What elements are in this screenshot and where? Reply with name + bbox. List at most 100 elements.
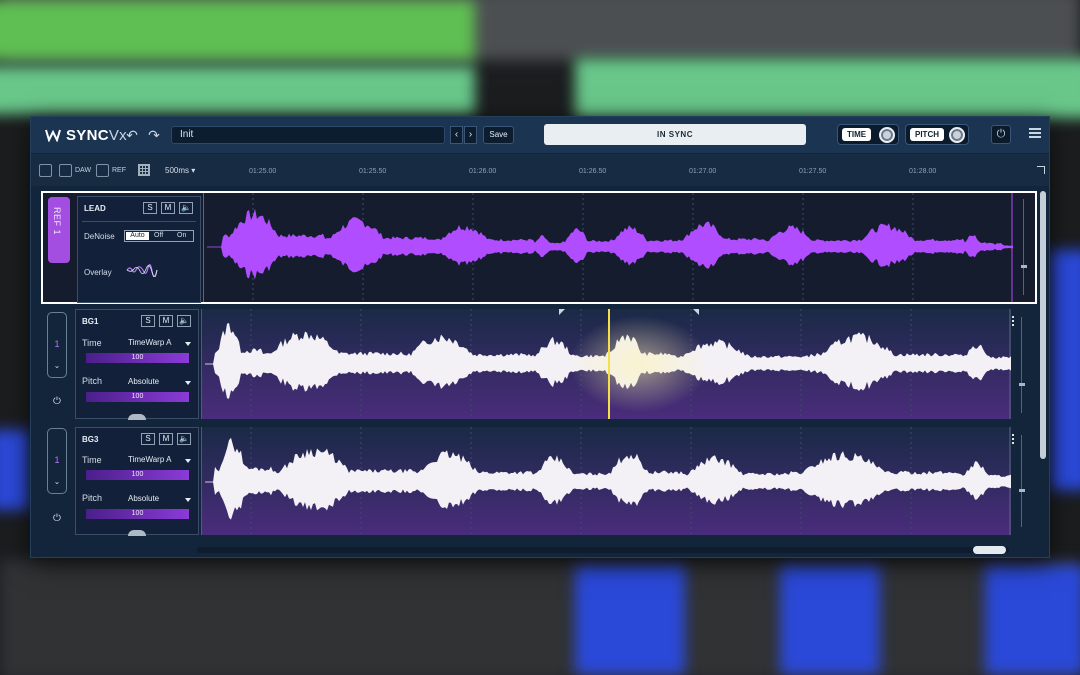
pitch-toggle-group: PITCH (905, 124, 969, 145)
lead-control-panel: LEAD S M 🔈 DeNoise Auto Off On Overlay (77, 196, 201, 303)
bg1-zoom-slider[interactable] (1019, 317, 1025, 413)
track-lead: REF 1 LEAD S M 🔈 DeNoise Auto Off On Ove… (41, 191, 1037, 304)
grid-icon[interactable] (138, 164, 150, 176)
bg1-waveform-area[interactable] (201, 309, 1011, 419)
lead-zoom-slider[interactable] (1021, 199, 1027, 295)
chevron-down-icon[interactable] (185, 459, 191, 463)
solo-button[interactable]: S (143, 202, 157, 214)
timeline-tick: 01:28.00 (909, 168, 937, 175)
chevron-down-icon: ⌄ (53, 477, 61, 486)
speaker-icon[interactable]: 🔈 (177, 433, 191, 445)
mute-button[interactable]: M (159, 433, 173, 445)
time-toggle-button[interactable]: TIME (842, 128, 872, 141)
timeline-ruler: DAW REF 500ms ▾ 01:25.00 01:25.50 01:26.… (31, 154, 1049, 186)
pitch-mode-dropdown[interactable]: Absolute (128, 494, 159, 503)
chevron-down-icon[interactable] (185, 381, 191, 385)
time-label: Time (82, 455, 102, 465)
bg3-more-icon[interactable] (1011, 433, 1015, 445)
ref-1-label: REF 1 (52, 207, 62, 236)
pitch-toggle-button[interactable]: PITCH (910, 128, 944, 141)
denoise-segmented-control: Auto Off On (124, 230, 194, 242)
time-amount-slider[interactable]: 100 (86, 470, 189, 480)
bg3-ref-selector[interactable]: 1 ⌄ (47, 428, 67, 494)
track-bg1: 1 ⌄ ⏻ BG1 S M 🔈 Time TimeWarp A 100 Pitc… (41, 309, 1037, 421)
denoise-auto-option[interactable]: Auto (126, 232, 149, 240)
ref-1-button[interactable]: REF 1 (48, 197, 70, 263)
chevron-down-icon[interactable] (185, 498, 191, 502)
corner-icon[interactable] (1037, 166, 1045, 174)
logo-text: SYNCVx (66, 126, 127, 144)
power-icon[interactable]: ⏻ (991, 125, 1011, 144)
daw-sync-icon[interactable] (59, 164, 72, 177)
list-view-icon[interactable] (39, 164, 52, 177)
bg1-zoom-handle[interactable] (1019, 383, 1025, 386)
speaker-icon[interactable]: 🔈 (177, 315, 191, 327)
chevron-down-icon: ⌄ (53, 361, 61, 370)
pitch-mode-dropdown[interactable]: Absolute (128, 377, 159, 386)
ref-label: REF (112, 167, 126, 174)
overlay-label: Overlay (84, 268, 112, 277)
sync-status-button[interactable]: IN SYNC (544, 124, 806, 145)
bg1-control-panel: BG1 S M 🔈 Time TimeWarp A 100 Pitch Abso… (75, 309, 199, 420)
bg1-ref-selector[interactable]: 1 ⌄ (47, 312, 67, 378)
vertical-scrollbar-thumb[interactable] (1040, 191, 1046, 459)
timeline-tick: 01:27.50 (799, 168, 827, 175)
chevron-down-icon[interactable] (185, 342, 191, 346)
denoise-label: DeNoise (84, 232, 115, 241)
ref-sync-icon[interactable] (96, 164, 109, 177)
denoise-off-option[interactable]: Off (154, 232, 163, 239)
bg3-zoom-handle[interactable] (1019, 489, 1025, 492)
solo-button[interactable]: S (141, 315, 155, 327)
solo-button[interactable]: S (141, 433, 155, 445)
horizontal-scrollbar[interactable] (197, 546, 1009, 554)
lead-waveform-area[interactable] (203, 193, 1013, 302)
time-label: Time (82, 338, 102, 348)
resolution-dropdown[interactable]: 500ms ▾ (165, 166, 195, 175)
timeline-tick: 01:25.50 (359, 168, 387, 175)
overlay-wave-icon[interactable] (126, 263, 158, 277)
timeline-tick: 01:26.50 (579, 168, 607, 175)
timeline-tick: 01:26.00 (469, 168, 497, 175)
save-button[interactable]: Save (483, 126, 514, 144)
syncvx-plugin-window: SYNCVx ↶ ↷ Init ‹ › Save IN SYNC TIME PI… (30, 116, 1050, 558)
time-amount-slider[interactable]: 100 (86, 353, 189, 363)
waves-logo-icon (45, 129, 61, 142)
track-name: BG1 (82, 317, 99, 326)
vertical-scrollbar[interactable] (1040, 191, 1046, 459)
track-name: LEAD (84, 204, 106, 213)
pitch-knob[interactable] (949, 127, 965, 143)
track-name: BG3 (82, 435, 99, 444)
mute-button[interactable]: M (161, 202, 175, 214)
mute-button[interactable]: M (159, 315, 173, 327)
timeline-tick: 01:25.00 (249, 168, 277, 175)
ref-number: 1 (54, 455, 60, 465)
lead-zoom-handle[interactable] (1021, 265, 1027, 268)
redo-icon[interactable]: ↷ (146, 127, 162, 143)
timeline-tick: 01:27.00 (689, 168, 717, 175)
plugin-header: SYNCVx ↶ ↷ Init ‹ › Save IN SYNC TIME PI… (31, 117, 1049, 153)
time-knob[interactable] (879, 127, 895, 143)
pitch-label: Pitch (82, 493, 103, 503)
bg3-waveform-area[interactable] (201, 427, 1011, 535)
bg3-waveform (201, 427, 1011, 535)
pitch-amount-slider[interactable]: 100 (86, 509, 189, 519)
horizontal-scrollbar-thumb[interactable] (973, 546, 1006, 554)
bg3-power-icon[interactable]: ⏻ (51, 513, 63, 525)
bg1-more-icon[interactable] (1011, 315, 1015, 327)
expand-panel-tab[interactable] (128, 414, 146, 420)
pitch-amount-slider[interactable]: 100 (86, 392, 189, 402)
time-mode-dropdown[interactable]: TimeWarp A (128, 338, 171, 347)
preset-name-field[interactable]: Init (171, 126, 445, 144)
speaker-icon[interactable]: 🔈 (179, 202, 193, 214)
bg3-control-panel: BG3 S M 🔈 Time TimeWarp A 100 Pitch Abso… (75, 427, 199, 536)
bg3-zoom-slider[interactable] (1019, 435, 1025, 527)
time-mode-dropdown[interactable]: TimeWarp A (128, 455, 171, 464)
denoise-on-option[interactable]: On (177, 232, 186, 239)
expand-panel-tab[interactable] (128, 530, 146, 536)
lead-waveform (203, 193, 1013, 302)
next-preset-icon[interactable]: › (464, 126, 477, 144)
menu-icon[interactable] (1029, 128, 1041, 140)
undo-icon[interactable]: ↶ (124, 127, 140, 143)
bg1-power-icon[interactable]: ⏻ (51, 396, 63, 408)
prev-preset-icon[interactable]: ‹ (450, 126, 463, 144)
